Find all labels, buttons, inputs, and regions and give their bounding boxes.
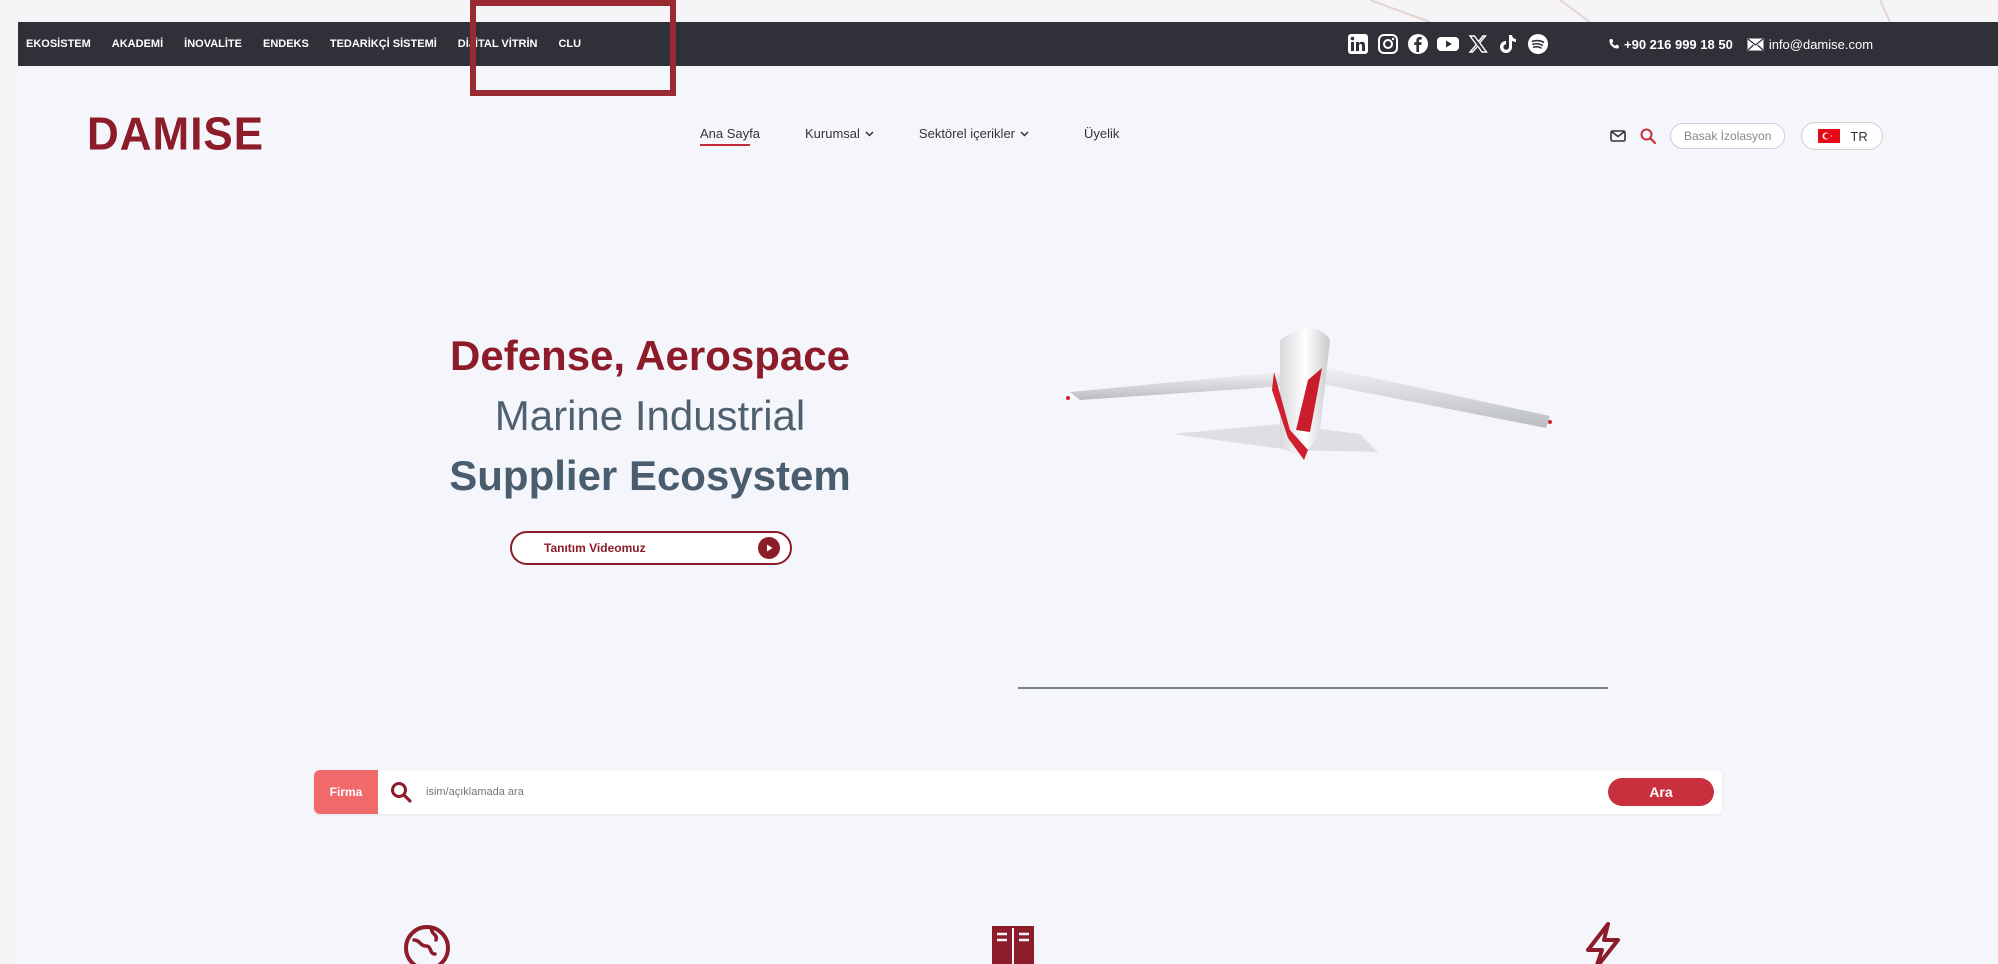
intro-video-button[interactable]: Tanıtım Videomuz: [510, 531, 792, 565]
phone-link[interactable]: +90 216 999 18 50: [1608, 37, 1733, 52]
instagram-icon[interactable]: [1376, 32, 1400, 56]
chevron-down-icon: [865, 130, 874, 137]
nav-item-label: Üyelik: [1084, 126, 1120, 141]
phone-icon: [1609, 39, 1619, 49]
nav-item-uyelik[interactable]: Üyelik: [1084, 126, 1119, 141]
spotify-icon[interactable]: [1526, 32, 1550, 56]
airplane-image: [1066, 328, 1552, 460]
x-icon[interactable]: [1466, 32, 1490, 56]
hero-title-line2: Marine Industrial: [494, 392, 806, 439]
social-links: [1346, 32, 1550, 56]
search-icon[interactable]: [1640, 128, 1656, 144]
language-label: TR: [1850, 128, 1868, 144]
nav-item-label: Ana Sayfa: [700, 126, 760, 141]
turkey-flag-icon: [1818, 129, 1841, 143]
book-icon: [992, 926, 1034, 964]
tiktok-icon[interactable]: [1496, 32, 1520, 56]
page-frame: [18, 22, 1998, 964]
nav-item-sektorel-icerikler[interactable]: Sektörel içerikler: [919, 126, 1029, 141]
top-menu-inovalite[interactable]: İNOVALİTE: [184, 38, 242, 50]
intro-video-label: Tanıtım Videomuz: [544, 541, 646, 555]
chevron-down-icon: [1020, 130, 1029, 137]
nav-item-ana-sayfa[interactable]: Ana Sayfa: [700, 126, 760, 146]
play-icon: [758, 537, 780, 559]
youtube-icon[interactable]: [1436, 32, 1460, 56]
divider-line: [1018, 687, 1608, 689]
globe-icon: [404, 925, 450, 964]
top-bar: EKOSİSTEM AKADEMİ İNOVALİTE ENDEKS TEDAR…: [18, 22, 1998, 66]
header-actions: Basak İzolasyon TR: [1610, 122, 1883, 150]
member-pill[interactable]: Basak İzolasyon: [1670, 123, 1786, 149]
site-logo[interactable]: DAMISE: [87, 109, 264, 162]
email-link[interactable]: info@damise.com: [1747, 37, 1873, 52]
nav-item-kurumsal[interactable]: Kurumsal: [805, 126, 874, 141]
language-selector[interactable]: TR: [1801, 122, 1883, 150]
top-menu-tedarikci-sistemi[interactable]: TEDARİKÇİ SİSTEMİ: [330, 38, 437, 50]
linkedin-icon[interactable]: [1346, 32, 1370, 56]
search-input[interactable]: [426, 786, 1526, 798]
top-menu-ekosistem[interactable]: EKOSİSTEM: [26, 38, 91, 50]
company-search-bar: Firma Ara: [314, 770, 1722, 814]
hero-title-line1: Defense, Aerospace: [450, 332, 850, 379]
email-address: info@damise.com: [1768, 36, 1874, 52]
main-nav: Ana Sayfa Kurumsal Sektörel içerikler Üy…: [700, 126, 1119, 146]
envelope-icon[interactable]: [1610, 130, 1626, 142]
hero-title-line3: Supplier Ecosystem: [449, 452, 851, 499]
search-icon: [390, 779, 416, 805]
top-menu-akademi[interactable]: AKADEMİ: [112, 38, 163, 50]
lightning-icon: [1586, 922, 1620, 964]
nav-item-label: Kurumsal: [805, 126, 860, 141]
search-category-tag[interactable]: Firma: [314, 770, 378, 814]
highlight-box: [470, 0, 676, 96]
mail-icon: [1747, 38, 1764, 50]
top-menu-endeks[interactable]: ENDEKS: [263, 38, 309, 50]
facebook-icon[interactable]: [1406, 32, 1430, 56]
contact-info: +90 216 999 18 50 info@damise.com: [1608, 22, 1873, 66]
nav-item-label: Sektörel içerikler: [918, 126, 1016, 141]
search-submit-button[interactable]: Ara: [1608, 778, 1714, 806]
phone-number: +90 216 999 18 50: [1624, 36, 1733, 52]
